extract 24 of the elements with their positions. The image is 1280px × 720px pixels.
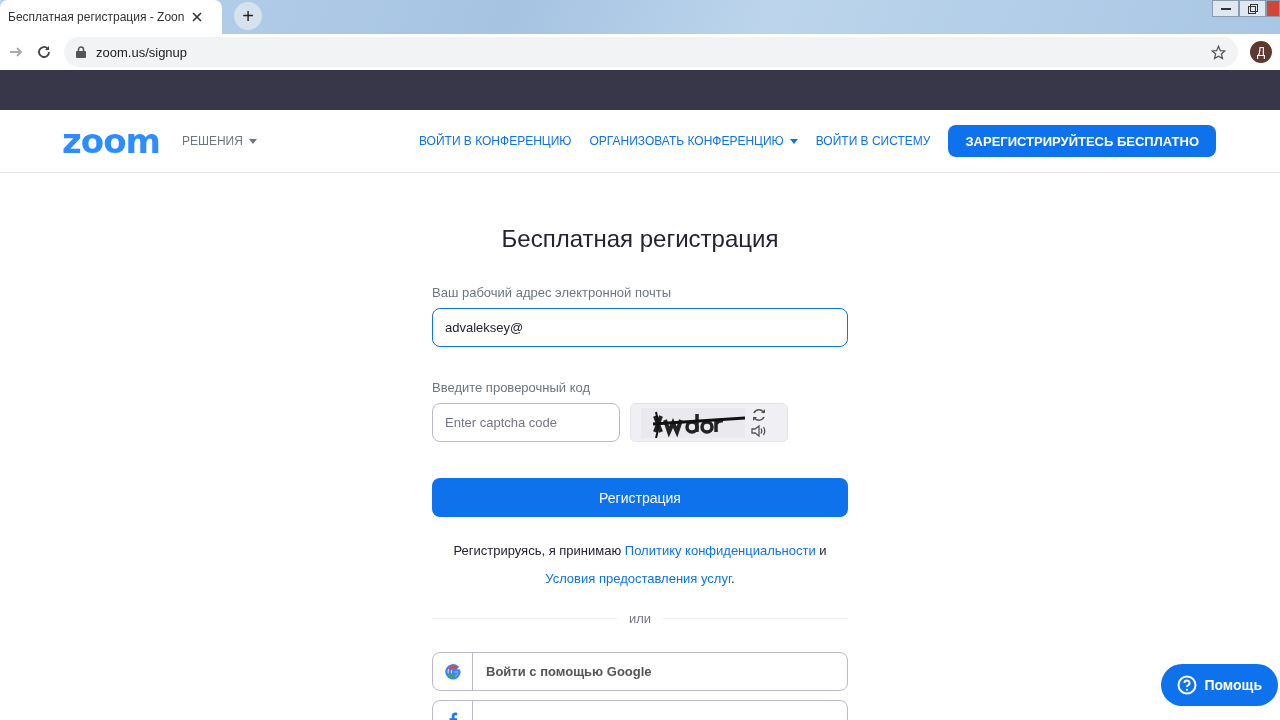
email-field[interactable]: advaleksey@: [432, 308, 848, 347]
tab-title: Бесплатная регистрация - Zoon: [8, 10, 185, 24]
address-bar[interactable]: zoom.us/signup: [64, 37, 1238, 67]
nav-link[interactable]: ОРГАНИЗОВАТЬ КОНФЕРЕНЦИЮ: [589, 134, 798, 148]
field-label: Ваш рабочий адрес электронной почты: [432, 285, 672, 300]
new-tab-button[interactable]: +: [234, 1, 262, 30]
zoom-logo[interactable]: zoom: [62, 124, 160, 158]
field-label: Введите проверочный код: [432, 380, 592, 395]
nav-link[interactable]: ВОЙТИ В СИСТЕМУ: [815, 134, 931, 148]
help-button[interactable]: Помощь: [1161, 664, 1278, 706]
url-text: zoom.us/signup: [96, 44, 189, 60]
divider-text: или: [628, 611, 652, 626]
profile-avatar[interactable]: Д: [1250, 41, 1272, 63]
browser-tab[interactable]: Бесплатная регистрация - Zoon: [0, 0, 222, 34]
terms-link[interactable]: Условия предоставления услуг: [545, 571, 732, 586]
signup-button[interactable]: ЗАРЕГИСТРИРУЙТЕСЬ БЕСПЛАТНО: [948, 125, 1216, 157]
solutions-menu[interactable]: РЕШЕНИЯ: [181, 134, 257, 148]
privacy-link[interactable]: Политику конфиденциальности: [624, 543, 816, 558]
nav-link[interactable]: ВОЙТИ В КОНФЕРЕНЦИЮ: [419, 134, 572, 148]
form-title: Бесплатная регистрация: [500, 225, 780, 253]
captcha-field[interactable]: Enter captcha code: [432, 403, 620, 442]
register-button[interactable]: Регистрация: [432, 478, 848, 517]
google-signin-button[interactable]: Войти с помощью Google: [432, 652, 848, 691]
terms-text: Регистрируясь, я принимаю Политику конфиденциальности и Условия предоставления услуг.: [452, 542, 828, 588]
